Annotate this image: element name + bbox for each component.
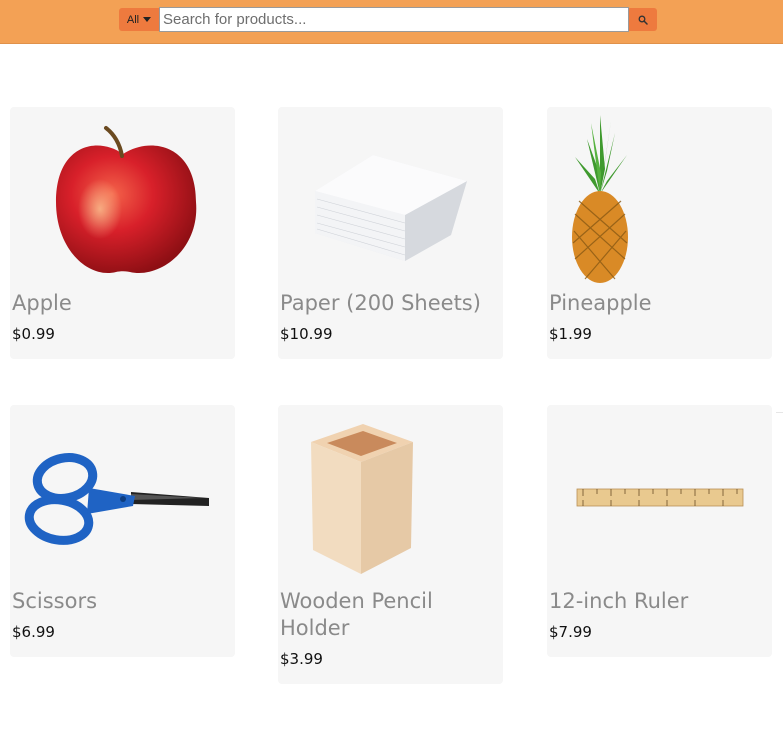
search-input[interactable] [159, 7, 629, 32]
product-name[interactable]: Apple [12, 290, 227, 317]
category-label: All [126, 13, 140, 26]
apple-image[interactable] [10, 107, 235, 290]
product-name[interactable]: Scissors [12, 588, 227, 615]
product-price: $3.99 [280, 650, 323, 668]
product-card-apple[interactable]: Apple $0.99 [10, 107, 235, 359]
search-button[interactable] [629, 8, 657, 31]
product-price: $10.99 [280, 325, 333, 343]
category-dropdown-button[interactable]: All [119, 8, 159, 31]
product-card-ruler[interactable]: 12-inch Ruler $7.99 [547, 405, 772, 657]
product-price: $0.99 [12, 325, 55, 343]
product-card-scissors[interactable]: Scissors $6.99 [10, 405, 235, 657]
pencil-holder-image[interactable] [248, 405, 473, 588]
scissors-image[interactable] [10, 405, 235, 588]
product-name[interactable]: 12-inch Ruler [549, 588, 764, 615]
scrollbar-hint [776, 412, 783, 413]
paper-stack-image[interactable] [278, 107, 503, 290]
product-card-pencil-holder[interactable]: Wooden Pencil Holder $3.99 [278, 405, 503, 684]
product-price: $1.99 [549, 325, 592, 343]
pineapple-image[interactable] [487, 107, 712, 290]
product-name[interactable]: Wooden Pencil Holder [280, 588, 495, 642]
caret-down-icon [143, 17, 152, 22]
product-price: $6.99 [12, 623, 55, 641]
product-card-pineapple[interactable]: Pineapple $1.99 [547, 107, 772, 359]
product-name[interactable]: Paper (200 Sheets) [280, 290, 495, 317]
product-name[interactable]: Pineapple [549, 290, 764, 317]
top-bar: All [0, 0, 783, 44]
ruler-image[interactable] [547, 405, 772, 588]
search-icon [638, 15, 648, 25]
product-card-paper[interactable]: Paper (200 Sheets) $10.99 [278, 107, 503, 359]
product-price: $7.99 [549, 623, 592, 641]
